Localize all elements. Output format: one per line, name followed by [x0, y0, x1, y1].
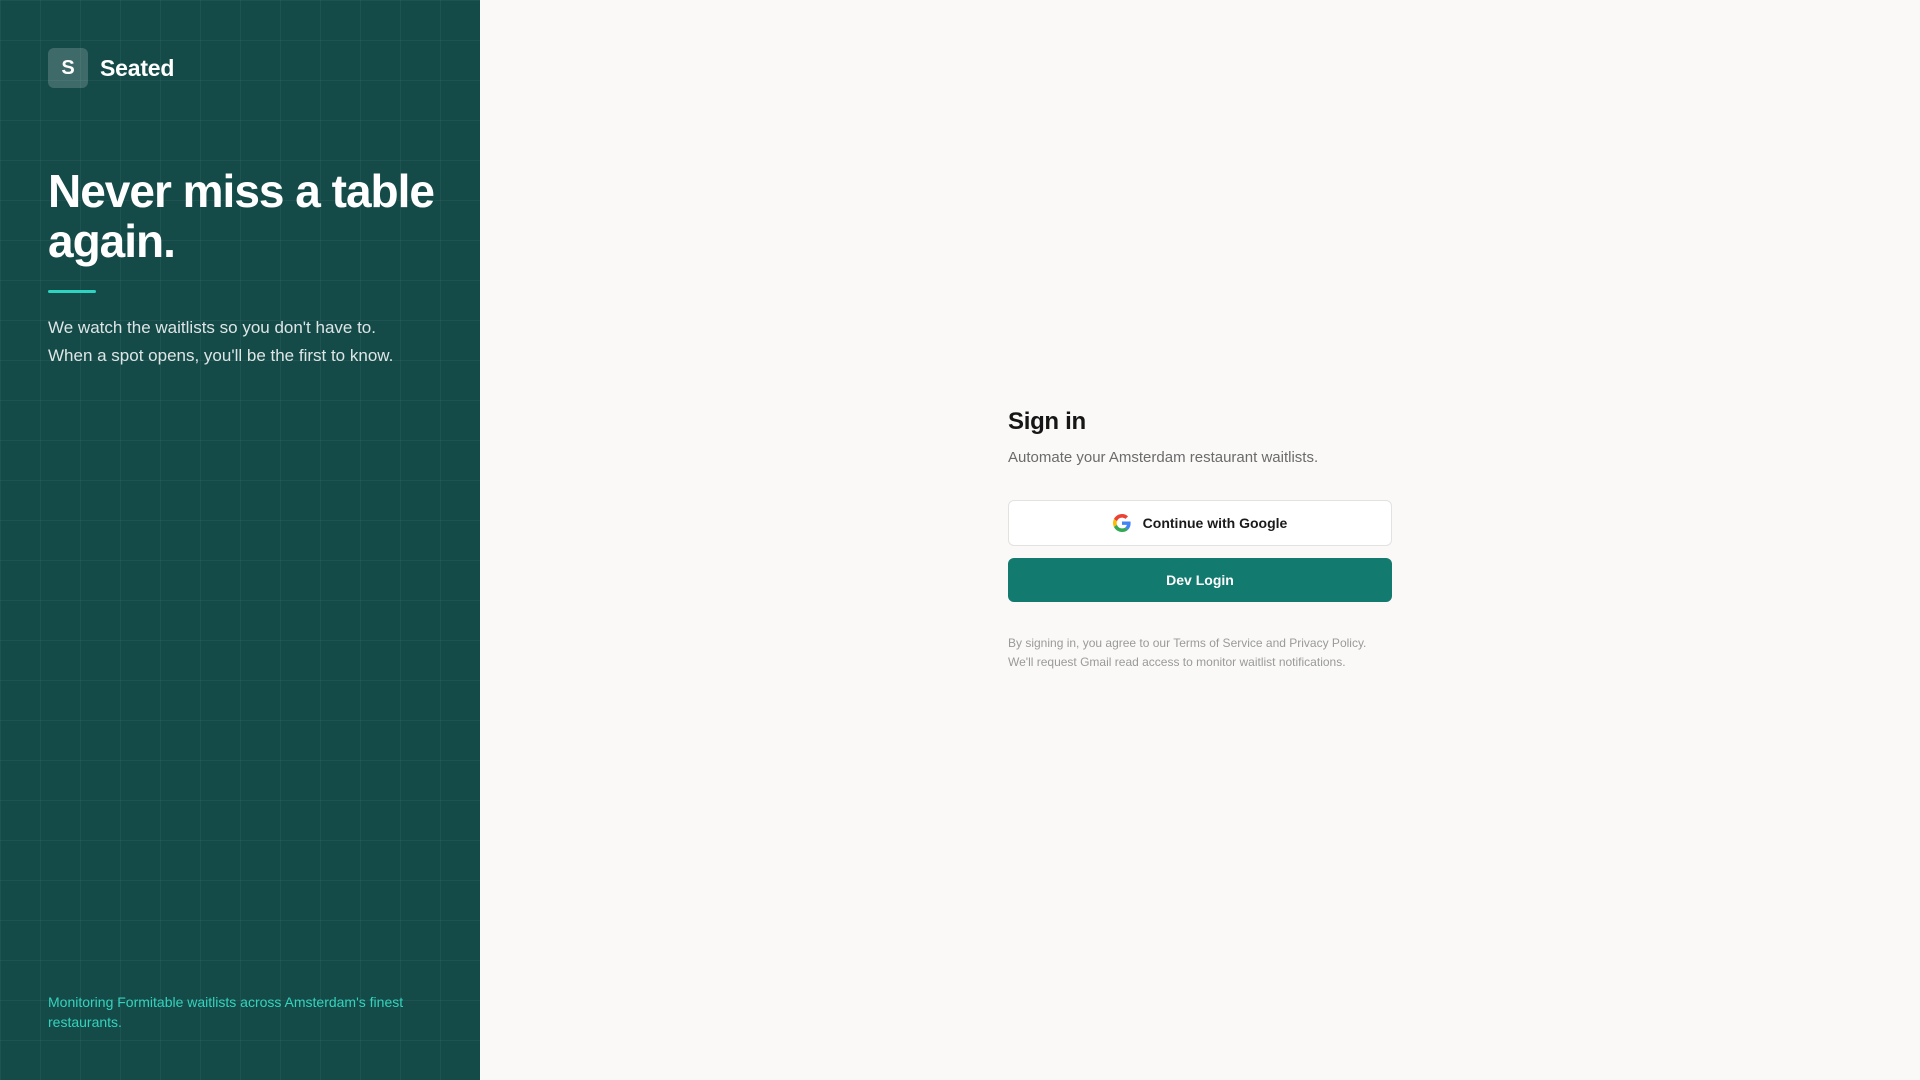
sign-in-page: S Seated Never miss a table again. We wa…: [0, 0, 1920, 1080]
hero-headline: Never miss a table again.: [48, 165, 435, 267]
sign-in-panel: Sign in Automate your Amsterdam restaura…: [480, 0, 1920, 1080]
sign-in-card: Sign in Automate your Amsterdam restaura…: [1008, 406, 1392, 672]
sign-in-title: Sign in: [1008, 408, 1086, 435]
accent-divider: [48, 290, 96, 293]
brand-panel: S Seated Never miss a table again. We wa…: [0, 0, 480, 1080]
google-button-label: Continue with Google: [1142, 515, 1288, 531]
google-icon: [1112, 514, 1131, 532]
tagline-line-2: When a spot opens, you'll be the first t…: [48, 346, 394, 365]
continue-with-google-button[interactable]: Continue with Google: [1008, 500, 1392, 546]
dev-login-button[interactable]: Dev Login: [1008, 558, 1392, 602]
hero-tagline: We watch the waitlists so you don't have…: [48, 314, 448, 370]
logo-badge: S: [48, 48, 88, 88]
tagline-line-1: We watch the waitlists so you don't have…: [48, 318, 376, 337]
brand-name: Seated: [100, 54, 175, 81]
footer-note: Monitoring Formitable waitlists across A…: [48, 994, 404, 1030]
sign-in-subtitle: Automate your Amsterdam restaurant waitl…: [1008, 449, 1319, 466]
legal-notice: By signing in, you agree to our Terms of…: [1008, 636, 1367, 669]
brand-logo: S Seated: [48, 48, 174, 88]
